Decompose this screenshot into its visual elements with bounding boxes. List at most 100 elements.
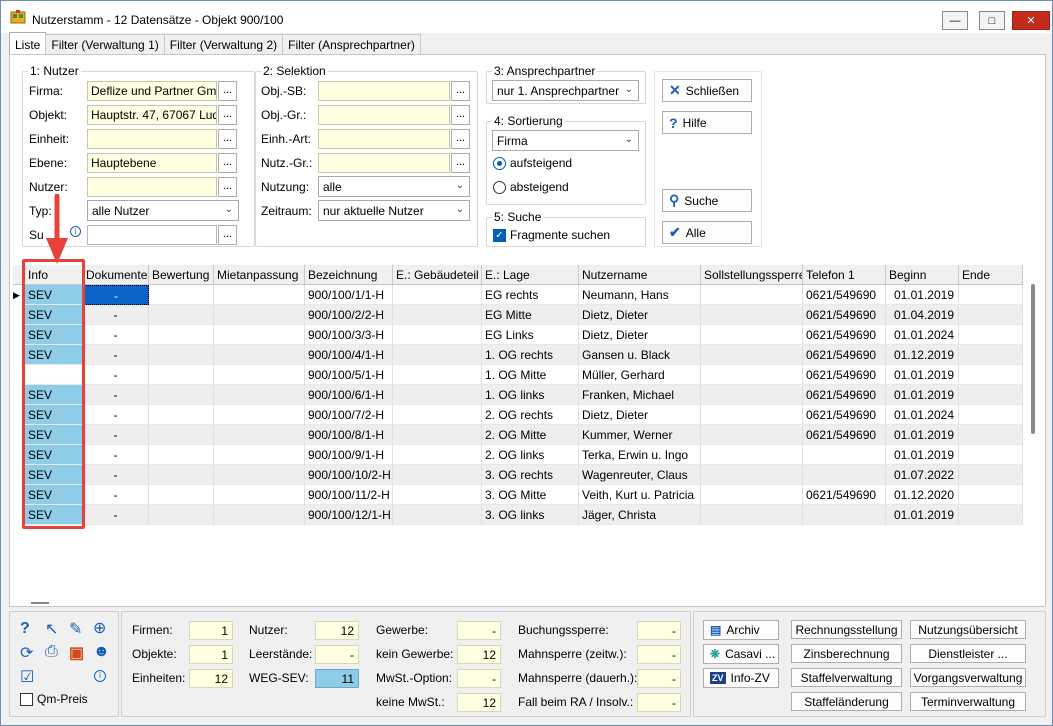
table-cell[interactable]: 1. OG links <box>482 385 579 405</box>
table-cell[interactable] <box>393 425 482 445</box>
table-cell[interactable]: - <box>83 445 149 465</box>
table-cell[interactable] <box>214 385 305 405</box>
table-cell[interactable] <box>701 285 803 305</box>
table-cell[interactable] <box>701 485 803 505</box>
einheit-lookup-button[interactable]: ... <box>218 129 237 149</box>
table-cell[interactable]: 1. OG rechts <box>482 345 579 365</box>
sortierung-select[interactable]: Firma ⌄ <box>492 130 639 151</box>
table-cell[interactable] <box>149 405 214 425</box>
table-cell[interactable] <box>701 425 803 445</box>
table-cell[interactable] <box>149 445 214 465</box>
table-cell[interactable]: 01.12.2020 <box>886 485 959 505</box>
table-cell[interactable] <box>214 445 305 465</box>
table-cell[interactable]: 0621/549690 <box>803 305 886 325</box>
ebene-lookup-button[interactable]: ... <box>218 153 237 173</box>
objgr-field[interactable] <box>318 105 450 125</box>
pencil-icon[interactable]: ✎ <box>69 619 82 639</box>
table-row[interactable]: SEV -900/100/6/1-H 1. OG links Franken, Mic… <box>13 385 1023 405</box>
column-header[interactable]: E.: Gebäudeteil <box>393 265 482 285</box>
tab-liste[interactable]: Liste <box>9 32 47 54</box>
table-cell[interactable] <box>149 485 214 505</box>
table-row[interactable]: SEV -900/100/7/2-H 2. OG rechts Dietz, Diet… <box>13 405 1023 425</box>
table-cell[interactable]: 3. OG links <box>482 505 579 525</box>
office-icon[interactable]: ▣ <box>69 643 84 663</box>
table-cell[interactable] <box>959 385 1023 405</box>
table-cell[interactable] <box>214 485 305 505</box>
table-cell[interactable]: 0621/549690 <box>803 365 886 385</box>
table-cell[interactable]: 01.01.2019 <box>886 505 959 525</box>
table-cell[interactable] <box>803 445 886 465</box>
column-header[interactable]: Beginn <box>886 265 959 285</box>
table-cell[interactable] <box>393 465 482 485</box>
zeitraum-select[interactable]: nur aktuelle Nutzer ⌄ <box>318 200 470 221</box>
table-cell[interactable] <box>149 505 214 525</box>
table-cell[interactable]: Dietz, Dieter <box>579 305 701 325</box>
question-icon[interactable]: ? <box>20 620 30 638</box>
table-cell[interactable] <box>214 365 305 385</box>
typ-select[interactable]: alle Nutzer ⌄ <box>87 200 239 221</box>
table-cell[interactable]: 900/100/11/2-H <box>305 485 393 505</box>
table-cell[interactable]: 01.01.2019 <box>886 385 959 405</box>
table-cell[interactable]: 01.01.2024 <box>886 325 959 345</box>
table-cell[interactable]: Jäger, Christa <box>579 505 701 525</box>
column-header[interactable]: E.: Lage <box>482 265 579 285</box>
table-cell[interactable]: 900/100/1/1-H <box>305 285 393 305</box>
nutzung-select[interactable]: alle ⌄ <box>318 176 470 197</box>
infozv-button[interactable]: ZV Info-ZV <box>703 668 779 688</box>
table-cell[interactable] <box>393 505 482 525</box>
column-header[interactable]: Mietanpassung <box>214 265 305 285</box>
close-window-button[interactable]: ✕ <box>1012 11 1050 30</box>
vorgangsverwaltung-button[interactable]: Vorgangsverwaltung <box>910 668 1026 687</box>
tab-filter-verwaltung-2[interactable]: Filter (Verwaltung 2) <box>163 34 284 54</box>
table-cell[interactable] <box>393 485 482 505</box>
table-cell[interactable] <box>393 345 482 365</box>
table-row[interactable]: - 900/100/5/1-H 1. OG Mitte Müller, Gerhard… <box>13 365 1023 385</box>
table-cell[interactable] <box>214 345 305 365</box>
table-cell[interactable] <box>214 285 305 305</box>
objsb-field[interactable] <box>318 81 450 101</box>
table-cell[interactable]: 01.12.2019 <box>886 345 959 365</box>
table-cell[interactable] <box>149 345 214 365</box>
ansprechpartner-select[interactable]: nur 1. Ansprechpartner ⌄ <box>492 80 639 101</box>
column-header[interactable]: Sollstellungssperre <box>701 265 803 285</box>
table-cell[interactable] <box>959 405 1023 425</box>
table-cell[interactable] <box>701 445 803 465</box>
staffelaenderung-button[interactable]: Staffeländerung <box>791 692 902 711</box>
nutzungsuebersicht-button[interactable]: Nutzungsübersicht <box>910 620 1026 639</box>
table-cell[interactable]: Müller, Gerhard <box>579 365 701 385</box>
table-cell[interactable]: - <box>83 285 149 305</box>
suche-lookup-button[interactable]: ... <box>218 225 237 245</box>
staffelverwaltung-button[interactable]: Staffelverwaltung <box>791 668 902 687</box>
table-cell[interactable] <box>393 325 482 345</box>
table-cell[interactable]: - <box>83 485 149 505</box>
table-row[interactable]: SEV -900/100/2/2-H EG Mitte Dietz, Dieter 06… <box>13 305 1023 325</box>
table-cell[interactable] <box>803 505 886 525</box>
radio-aufsteigend[interactable]: aufsteigend <box>493 156 572 170</box>
table-cell[interactable] <box>701 305 803 325</box>
column-header[interactable]: Ende <box>959 265 1023 285</box>
table-cell[interactable]: 900/100/5/1-H <box>305 365 393 385</box>
table-cell[interactable] <box>959 445 1023 465</box>
table-cell[interactable]: 900/100/12/1-H <box>305 505 393 525</box>
table-cell[interactable]: Veith, Kurt u. Patricia <box>579 485 701 505</box>
table-cell[interactable] <box>701 385 803 405</box>
checkbox-checked-icon[interactable]: ☑ <box>20 667 34 687</box>
table-cell[interactable]: 900/100/2/2-H <box>305 305 393 325</box>
table-cell[interactable] <box>149 285 214 305</box>
table-cell[interactable] <box>149 385 214 405</box>
table-cell[interactable]: 3. OG rechts <box>482 465 579 485</box>
objekt-lookup-button[interactable]: ... <box>218 105 237 125</box>
search-button[interactable]: ⚲ Suche <box>662 189 752 212</box>
einhart-field[interactable] <box>318 129 450 149</box>
table-cell[interactable] <box>959 465 1023 485</box>
table-cell[interactable]: - <box>83 505 149 525</box>
table-cell[interactable] <box>149 425 214 445</box>
table-cell[interactable] <box>959 285 1023 305</box>
maximize-button[interactable]: □ <box>979 11 1005 30</box>
table-cell[interactable]: Kummer, Werner <box>579 425 701 445</box>
tab-filter-verwaltung-1[interactable]: Filter (Verwaltung 1) <box>45 34 165 54</box>
table-cell[interactable]: EG Links <box>482 325 579 345</box>
table-cell[interactable] <box>701 405 803 425</box>
radio-absteigend[interactable]: absteigend <box>493 180 569 194</box>
table-cell[interactable] <box>701 465 803 485</box>
